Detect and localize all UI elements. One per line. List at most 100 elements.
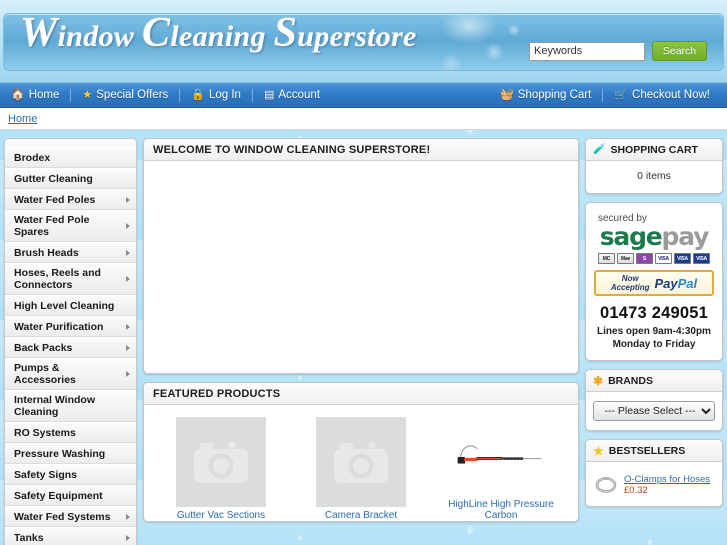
lock-icon: 🔒: [191, 88, 205, 101]
nav-item-shopping-cart[interactable]: 🧺 Shopping Cart: [489, 89, 602, 101]
search-button[interactable]: Search: [652, 41, 707, 61]
nav-label-shopping-cart: Shopping Cart: [517, 89, 592, 101]
bestsellers-header: ★ BESTSELLERS: [586, 440, 722, 462]
sidebar-item-label: Water Fed Poles: [14, 193, 96, 206]
logo-cap-w: W: [20, 10, 58, 56]
contact-phone: 01473 249051: [600, 304, 708, 322]
site-logo[interactable]: Window Cleaning Superstore: [20, 12, 417, 54]
paypal-now-accepting-text: Now Accepting: [611, 274, 650, 292]
sidebar-item-safety-equipment[interactable]: Safety Equipment: [5, 485, 136, 506]
product-thumbnail[interactable]: [456, 417, 546, 496]
sidebar-item-high-level-cleaning[interactable]: High Level Cleaning: [5, 295, 136, 316]
shopping-cart-panel: 🧪 SHOPPING CART 0 items: [585, 138, 723, 194]
sidebar-item-brodex[interactable]: Brodex: [5, 147, 136, 168]
sidebar-item-water-fed-pole-spares[interactable]: Water Fed Pole Spares: [5, 210, 136, 242]
basket-icon: 🧺: [500, 88, 514, 101]
nav-item-home[interactable]: 🏠 Home: [0, 89, 70, 101]
sagepay-logo: sagepay: [594, 223, 714, 250]
shopping-cart-header: 🧪 SHOPPING CART: [586, 139, 722, 161]
visa-electron-icon: VISA: [693, 253, 710, 264]
sidebar-item-pressure-washing[interactable]: Pressure Washing: [5, 443, 136, 464]
brands-title: BRANDS: [608, 374, 653, 387]
bestseller-thumbnail: [593, 473, 619, 497]
sidebar-item-label: RO Systems: [14, 426, 76, 439]
brand-select[interactable]: --- Please Select ---: [593, 401, 715, 421]
breadcrumb-link-home[interactable]: Home: [8, 113, 37, 125]
brands-panel: ✱ BRANDS --- Please Select ---: [585, 369, 723, 431]
chevron-right-icon: [126, 223, 130, 229]
featured-product-card[interactable]: HighLine High Pressure Carbon: [434, 417, 568, 521]
featured-panel-header: FEATURED PRODUCTS: [144, 383, 578, 405]
sagepay-block: secured by sagepay MC Mae S VISA VISA VI…: [586, 203, 722, 360]
sidebar-item-gutter-cleaning[interactable]: Gutter Cleaning: [5, 168, 136, 189]
paypal-now: Now: [621, 274, 639, 283]
opening-hours: Lines open 9am-4:30pm Monday to Friday: [594, 325, 714, 351]
main-navigation: 🏠 Home ★ Special Offers 🔒 Log In ▤ Accou…: [0, 82, 727, 108]
visa-debit-icon: VISA: [674, 253, 691, 264]
sidebar-item-label: Water Fed Pole Spares: [14, 214, 90, 238]
sidebar-item-water-fed-systems[interactable]: Water Fed Systems: [5, 506, 136, 527]
pole-product-photo: [457, 445, 542, 464]
bestsellers-title: BESTSELLERS: [608, 444, 686, 457]
featured-product-card[interactable]: Camera Bracket: [294, 417, 428, 521]
home-icon: 🏠: [11, 88, 25, 101]
nav-item-log-in[interactable]: 🔒 Log In: [180, 89, 252, 101]
card-icon: ▤: [263, 88, 275, 101]
site-header: Window Cleaning Superstore Search: [0, 0, 727, 82]
sidebar-item-pumps-accessories[interactable]: Pumps & Accessories: [5, 358, 136, 390]
placeholder-camera-icon: [316, 417, 406, 507]
nav-label-account: Account: [278, 89, 320, 101]
logo-cap-c: C: [142, 10, 171, 56]
product-name-link[interactable]: HighLine High Pressure Carbon: [434, 499, 568, 521]
category-sidebar: Brodex Gutter Cleaning Water Fed Poles Wate…: [4, 138, 137, 545]
featured-product-card[interactable]: Gutter Vac Sections: [154, 417, 288, 521]
chevron-right-icon: [126, 371, 130, 377]
sidebar-item-hoses-reels-and-connectors[interactable]: Hoses, Reels and Connectors: [5, 263, 136, 295]
sidebar-item-water-purification[interactable]: Water Purification: [5, 316, 136, 337]
right-sidebar: 🧪 SHOPPING CART 0 items secured by sagep…: [585, 138, 723, 507]
paypal-logo-pay: Pay: [654, 275, 678, 291]
product-name-link[interactable]: Gutter Vac Sections: [177, 510, 265, 521]
star-icon: ★: [82, 88, 93, 101]
cart-item-count: 0 items: [637, 170, 671, 182]
logo-rest-cleaning: leaning: [170, 20, 266, 53]
logo-panel: Window Cleaning Superstore Search: [3, 12, 724, 71]
cart-icon: 🛒: [614, 88, 629, 101]
nav-item-account[interactable]: ▤ Account: [253, 89, 331, 101]
page-title: WELCOME TO WINDOW CLEANING SUPERSTORE!: [153, 143, 431, 156]
featured-products-list: Gutter Vac Sections Camera Bracket HighLin…: [144, 405, 578, 521]
chevron-right-icon: [126, 513, 130, 520]
search-input[interactable]: [529, 41, 645, 61]
chevron-right-icon: [126, 344, 130, 351]
product-thumbnail[interactable]: [316, 417, 406, 507]
sidebar-item-brush-heads[interactable]: Brush Heads: [5, 242, 136, 263]
sidebar-item-label: Water Purification: [14, 320, 104, 333]
bestseller-text: O-Clamps for Hoses £0.32: [624, 474, 715, 496]
shopping-cart-title: SHOPPING CART: [610, 143, 698, 156]
page-layout: Brodex Gutter Cleaning Water Fed Poles Wate…: [0, 130, 727, 545]
sidebar-item-water-fed-poles[interactable]: Water Fed Poles: [5, 189, 136, 210]
sidebar-item-label: Gutter Cleaning: [14, 172, 93, 185]
sidebar-item-list: Brodex Gutter Cleaning Water Fed Poles Wate…: [5, 147, 136, 545]
sidebar-item-safety-signs[interactable]: Safety Signs: [5, 464, 136, 485]
sagepay-logo-sage: sage: [599, 222, 663, 251]
asterisk-icon: ✱: [593, 373, 604, 388]
sidebar-item-internal-window-cleaning[interactable]: Internal Window Cleaning: [5, 390, 136, 422]
chevron-right-icon: [126, 196, 130, 203]
logo-rest-window: indow: [57, 20, 135, 53]
product-thumbnail[interactable]: [176, 417, 266, 507]
visa-icon: VISA: [655, 253, 672, 264]
hours-line-1: Lines open 9am-4:30pm: [597, 326, 711, 337]
nav-item-checkout-now[interactable]: 🛒 Checkout Now!: [603, 89, 721, 101]
sidebar-item-back-packs[interactable]: Back Packs: [5, 337, 136, 358]
nav-item-special-offers[interactable]: ★ Special Offers: [71, 89, 179, 101]
bestseller-item[interactable]: O-Clamps for Hoses £0.32: [593, 471, 715, 497]
product-name-link[interactable]: Camera Bracket: [325, 510, 397, 521]
sidebar-item-tanks[interactable]: Tanks: [5, 527, 136, 545]
paypal-badge: Now Accepting PayPal: [594, 270, 714, 296]
bestseller-name-link[interactable]: O-Clamps for Hoses: [624, 474, 715, 485]
sidebar-top-cap: [5, 139, 136, 147]
main-content: WELCOME TO WINDOW CLEANING SUPERSTORE! F…: [143, 138, 579, 522]
sidebar-item-ro-systems[interactable]: RO Systems: [5, 422, 136, 443]
bestseller-price: £0.32: [624, 485, 648, 496]
